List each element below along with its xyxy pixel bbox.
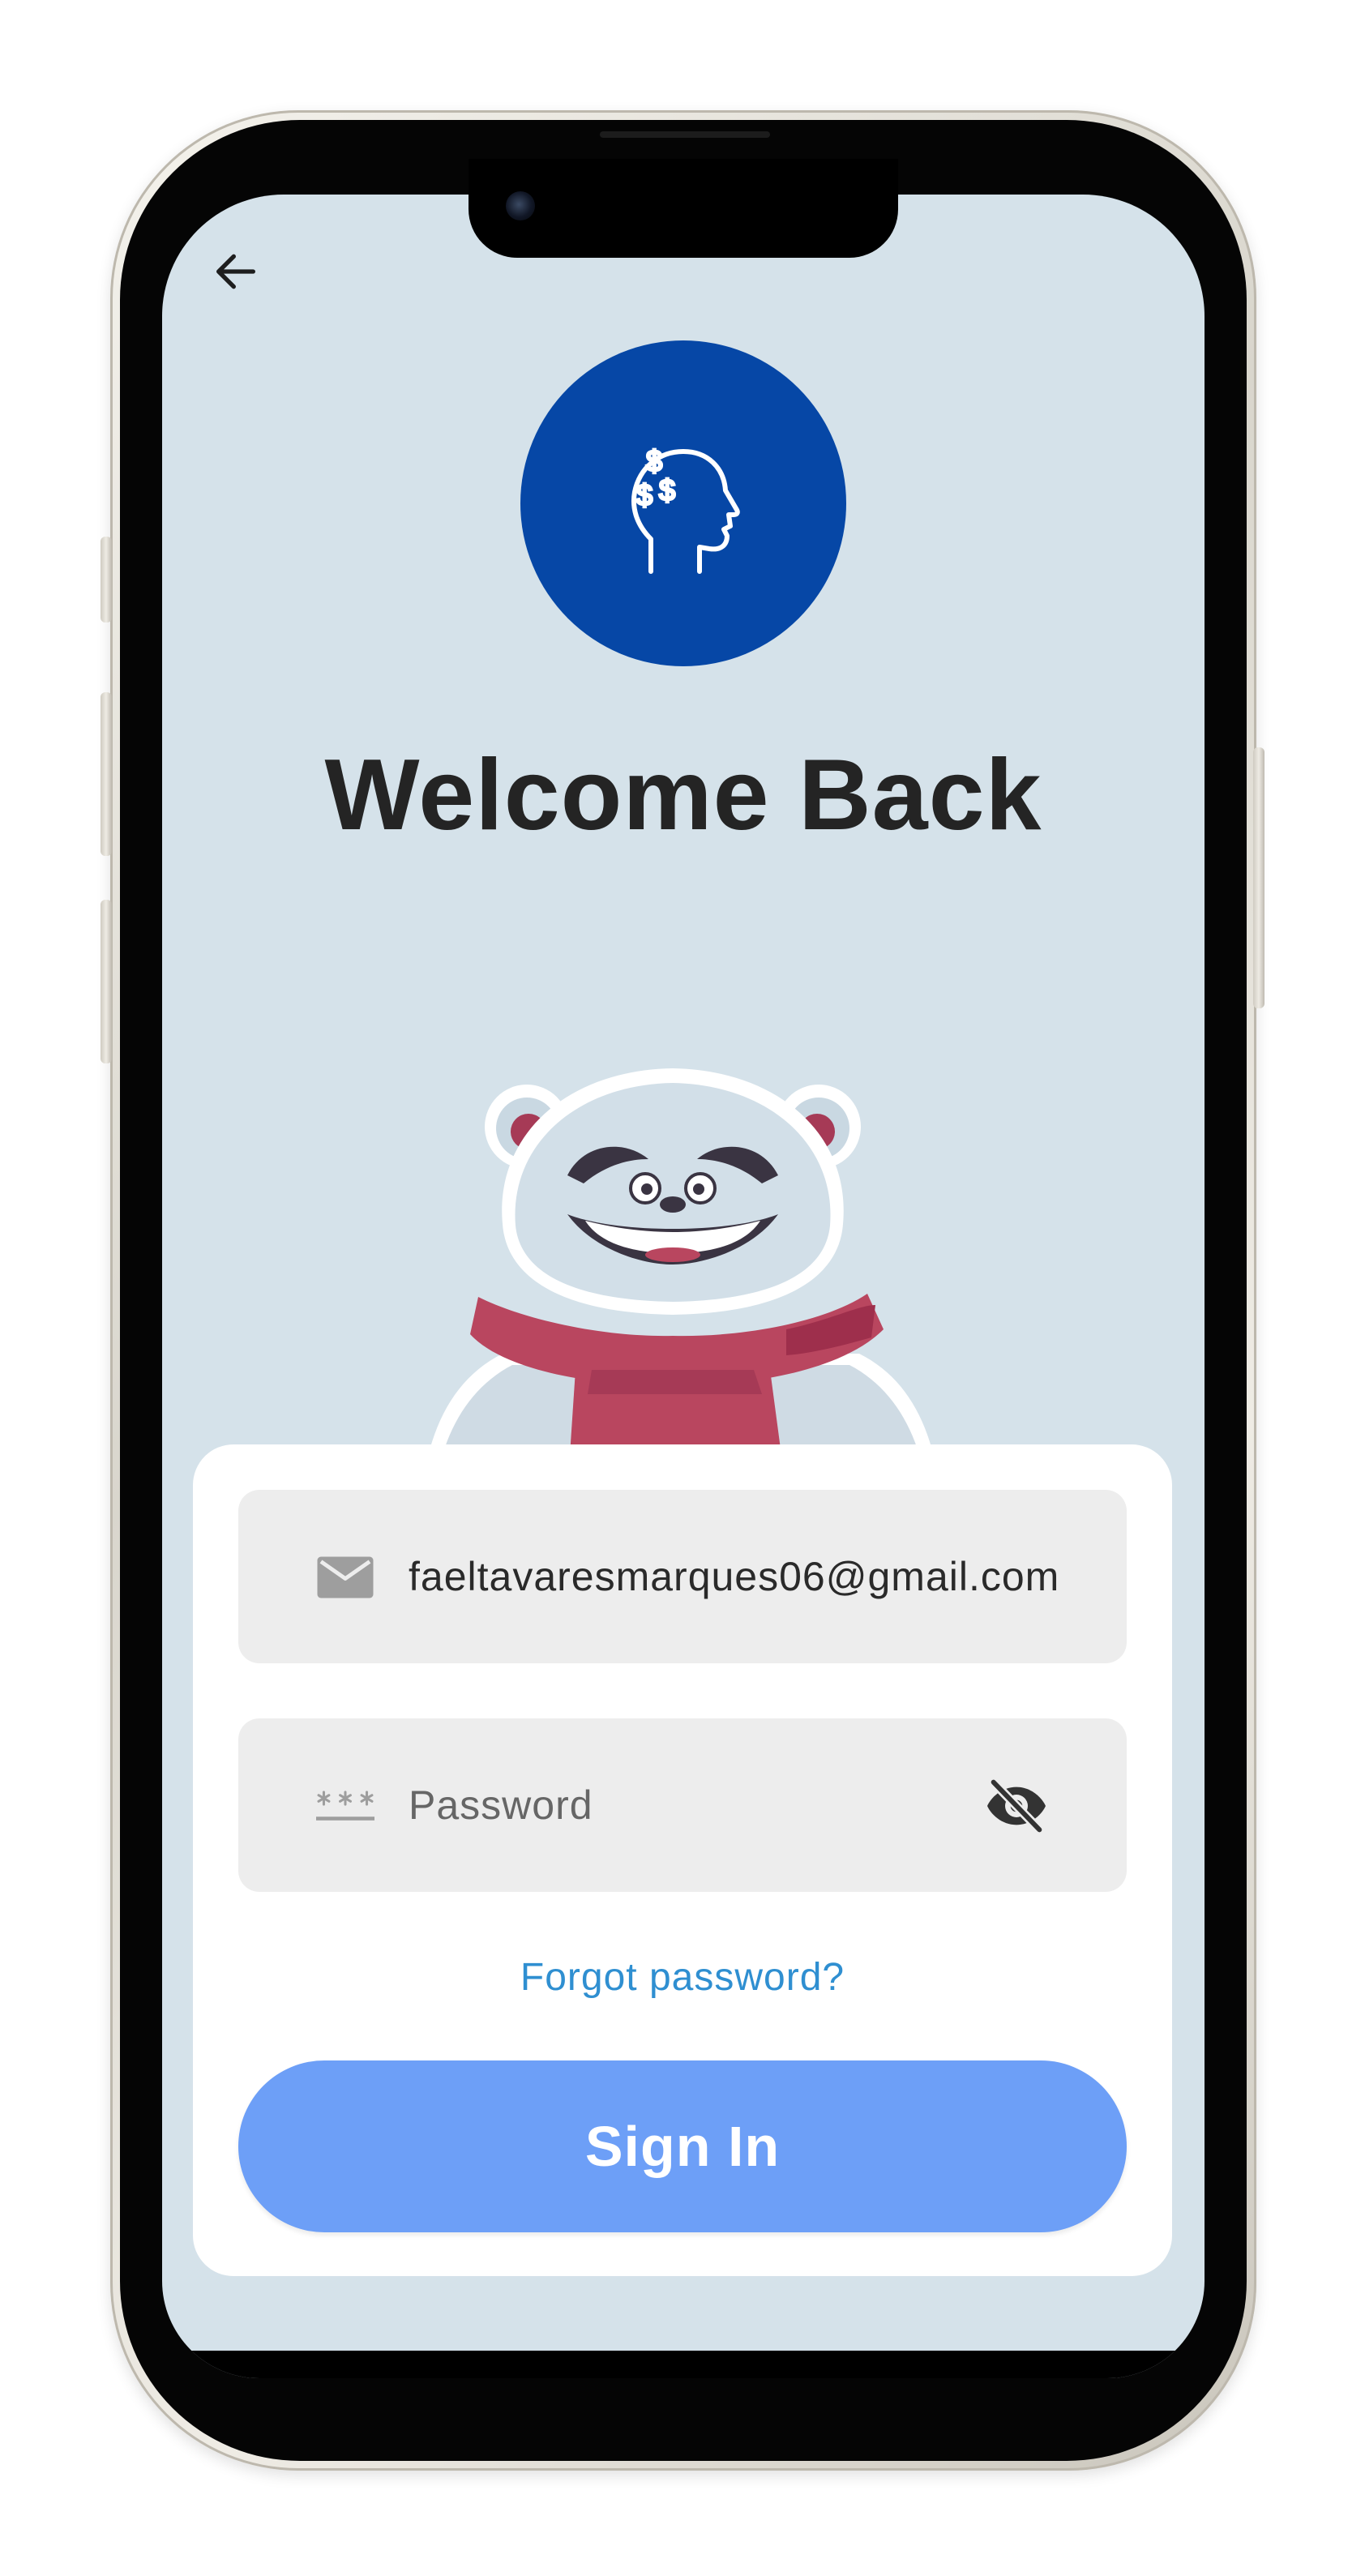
login-card: faeltavaresmarques06@gmail.com Forgot pa… [193,1444,1172,2276]
svg-text:$: $ [646,444,662,477]
volume-down-button [101,900,112,1063]
front-camera [506,191,535,220]
email-value: faeltavaresmarques06@gmail.com [409,1554,1060,1599]
mail-icon [317,1556,374,1598]
sign-in-button[interactable]: Sign In [238,2060,1127,2232]
mute-switch [101,537,112,623]
password-dots-icon [316,1791,374,1821]
power-button [1253,747,1264,1008]
svg-text:$: $ [636,478,653,511]
polar-bear-mascot [421,1068,940,1491]
app-screen: $ $ $ Welcome Back faeltavaresmarques06@… [162,195,1205,2378]
screen-bottom-edge [162,2351,1205,2378]
forgot-password-link[interactable]: Forgot password? [193,1955,1172,2000]
back-button[interactable] [208,243,264,300]
toggle-password-visibility[interactable] [982,1772,1050,1840]
email-field[interactable]: faeltavaresmarques06@gmail.com [238,1490,1127,1663]
head-dollar-icon: $ $ $ [631,443,740,574]
password-input[interactable] [409,1767,976,1843]
password-field[interactable] [238,1718,1127,1892]
arrow-left-icon [216,254,255,289]
page-title: Welcome Back [324,739,1042,851]
app-logo: $ $ $ [520,340,846,666]
page: $ $ $ Welcome Back faeltavaresmarques06@… [0,0,1365,2576]
svg-text:$: $ [659,473,675,507]
earpiece-speaker [600,131,770,138]
eye-off-icon [987,1778,1046,1834]
volume-up-button [101,692,112,856]
